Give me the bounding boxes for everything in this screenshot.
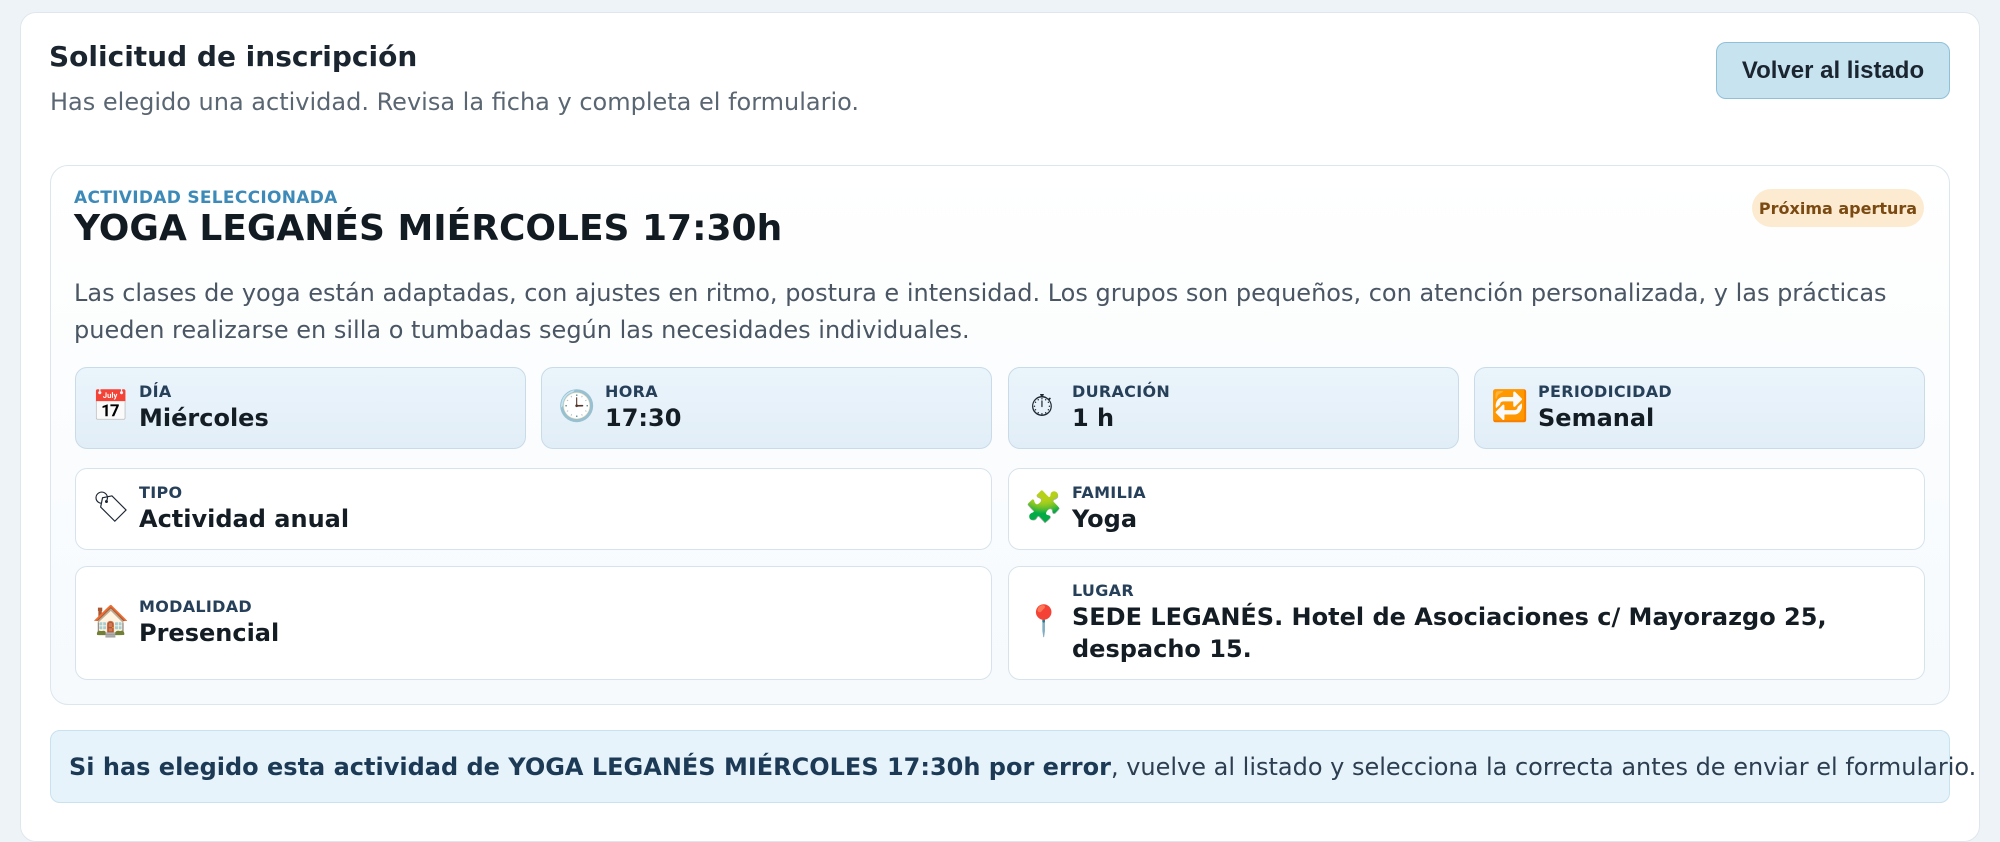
detail-label: PERIODICIDAD (1538, 382, 1673, 401)
detail-label: MODALIDAD (139, 597, 252, 616)
back-to-list-button[interactable]: Volver al listado (1716, 42, 1950, 99)
detail-value: Semanal (1538, 404, 1655, 432)
detail-value: Yoga (1072, 505, 1138, 533)
detail-modalidad: 🏠 MODALIDAD Presencial (75, 566, 992, 680)
detail-dia: 📅 DÍA Miércoles (75, 367, 526, 449)
tag-icon: 🏷 (92, 490, 131, 525)
detail-value: 17:30 (605, 404, 682, 432)
detail-label: FAMILIA (1072, 483, 1146, 502)
status-badge: Próxima apertura (1752, 189, 1924, 227)
calendar-icon: 📅 (92, 389, 130, 424)
activity-description: Las clases de yoga están adaptadas, con … (74, 279, 1887, 344)
selection-error-notice: Si has elegido esta actividad de YOGA LE… (50, 730, 1976, 803)
detail-label: TIPO (139, 483, 183, 502)
page-subtitle: Has elegido una actividad. Revisa la fic… (50, 88, 860, 116)
detail-value: SEDE LEGANÉS. Hotel de Asociaciones c/ M… (1072, 603, 1827, 663)
detail-value: Actividad anual (139, 505, 350, 533)
detail-label: LUGAR (1072, 581, 1134, 600)
detail-tipo: 🏷 TIPO Actividad anual (75, 468, 992, 550)
notice-strong-text: Si has elegido esta actividad de YOGA LE… (69, 752, 1111, 781)
detail-lugar: 📍 LUGAR SEDE LEGANÉS. Hotel de Asociacio… (1008, 566, 1925, 680)
house-icon: 🏠 (92, 604, 130, 639)
page-title: Solicitud de inscripción (49, 40, 418, 73)
detail-label: DÍA (139, 382, 172, 401)
detail-periodicidad: 🔁 PERIODICIDAD Semanal (1474, 367, 1925, 449)
activity-title: YOGA LEGANÉS MIÉRCOLES 17:30h (74, 208, 783, 249)
puzzle-icon: 🧩 (1025, 490, 1063, 525)
map-pin-icon: 📍 (1025, 604, 1063, 639)
detail-duracion: ⏱ DURACIÓN 1 h (1008, 367, 1459, 449)
detail-familia: 🧩 FAMILIA Yoga (1008, 468, 1925, 550)
detail-value: Miércoles (139, 404, 269, 432)
detail-value: 1 h (1072, 404, 1115, 432)
detail-value: Presencial (139, 619, 280, 647)
detail-label: DURACIÓN (1072, 382, 1171, 401)
stopwatch-icon: ⏱ (1030, 389, 1054, 424)
clock-icon: 🕒 (558, 389, 596, 424)
detail-label: HORA (605, 382, 658, 401)
activity-eyebrow: ACTIVIDAD SELECCIONADA (74, 188, 338, 208)
repeat-icon: 🔁 (1491, 389, 1529, 424)
detail-hora: 🕒 HORA 17:30 (541, 367, 992, 449)
notice-text: , vuelve al listado y selecciona la corr… (1110, 752, 1977, 781)
